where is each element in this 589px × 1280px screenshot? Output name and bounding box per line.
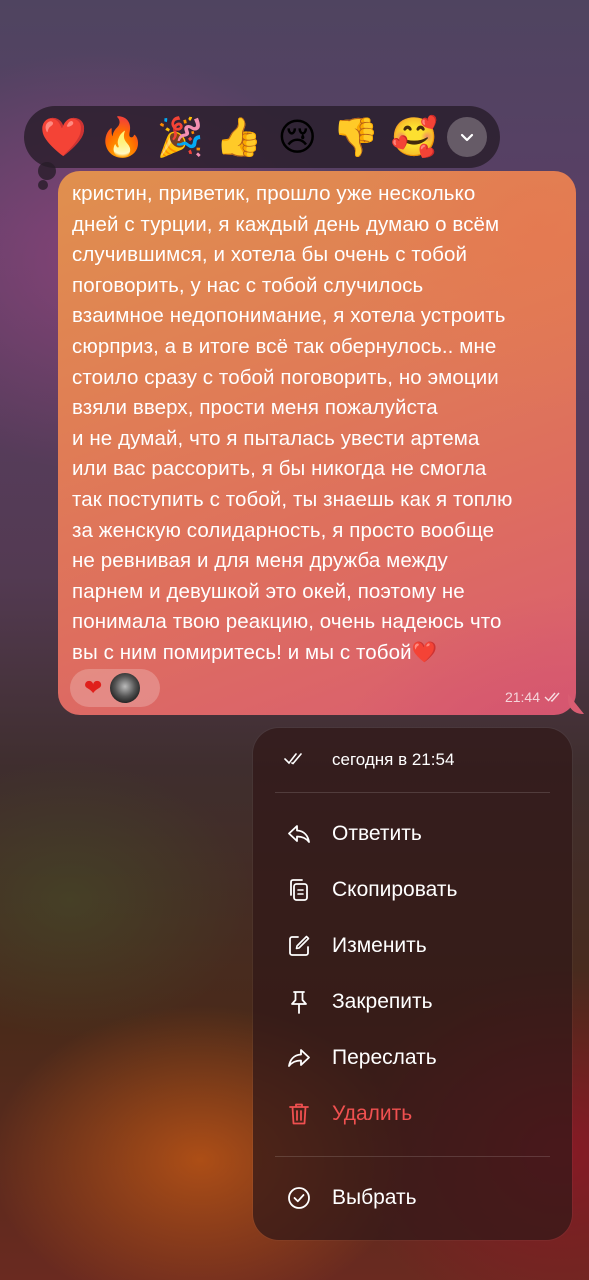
trash-icon: [289, 1103, 309, 1125]
menu-item-label: Удалить: [332, 1102, 413, 1125]
context-menu: сегодня в 21:54 Ответить Скопировать Изм…: [253, 728, 572, 1240]
message-meta: 21:44: [505, 689, 564, 705]
reaction-thumbs-up[interactable]: 👍: [210, 106, 269, 168]
message-bubble[interactable]: кристин, приветик, прошло уже несколько …: [58, 171, 576, 715]
forward-icon: [288, 1049, 310, 1067]
menu-item-pin[interactable]: Закрепить: [253, 974, 572, 1030]
picker-tail-dot: [38, 180, 48, 190]
message-reaction-chip[interactable]: ❤: [70, 669, 160, 707]
message-text: кристин, приветик, прошло уже несколько …: [72, 182, 513, 664]
message-time: 21:44: [504, 689, 540, 705]
menu-item-label: Выбрать: [332, 1186, 417, 1209]
menu-item-edit[interactable]: Изменить: [253, 918, 572, 974]
menu-divider: [275, 1156, 550, 1157]
menu-item-label: Изменить: [332, 934, 427, 957]
avatar: [110, 673, 141, 703]
reaction-fire[interactable]: 🔥: [93, 106, 152, 168]
edit-icon: [289, 935, 310, 956]
read-info-row: сегодня в 21:54: [253, 728, 572, 792]
menu-item-copy[interactable]: Скопировать: [253, 862, 572, 918]
menu-item-reply[interactable]: Ответить: [253, 806, 572, 862]
menu-item-delete[interactable]: Удалить: [253, 1086, 572, 1142]
picker-tail: [38, 162, 56, 180]
reaction-crying[interactable]: 😢: [268, 106, 327, 168]
menu-item-label: Закрепить: [332, 990, 433, 1013]
expand-reactions-button[interactable]: [447, 117, 487, 157]
reaction-thumbs-down[interactable]: 👎: [327, 106, 386, 168]
reaction-hearts-face[interactable]: 🥰: [385, 106, 444, 168]
reply-icon: [288, 825, 310, 843]
menu-item-label: Ответить: [332, 822, 422, 845]
menu-item-label: Переслать: [332, 1046, 437, 1069]
red-heart-icon: ❤: [84, 675, 103, 701]
menu-item-forward[interactable]: Переслать: [253, 1030, 572, 1086]
menu-item-label: Скопировать: [332, 878, 458, 901]
menu-item-select[interactable]: Выбрать: [253, 1170, 572, 1226]
menu-divider: [275, 792, 550, 793]
double-check-icon: [544, 692, 560, 702]
pin-icon: [291, 991, 307, 1014]
double-check-icon: [284, 753, 302, 765]
select-check-icon: [288, 1187, 310, 1209]
reaction-heart[interactable]: ❤️: [34, 106, 93, 168]
reaction-party[interactable]: 🎉: [151, 106, 210, 168]
read-time: сегодня в 21:54: [332, 750, 455, 769]
copy-icon: [290, 879, 308, 901]
reaction-picker: ❤️ 🔥 🎉 👍 😢 👎 🥰: [24, 106, 500, 180]
chevron-down-icon: [460, 133, 474, 142]
